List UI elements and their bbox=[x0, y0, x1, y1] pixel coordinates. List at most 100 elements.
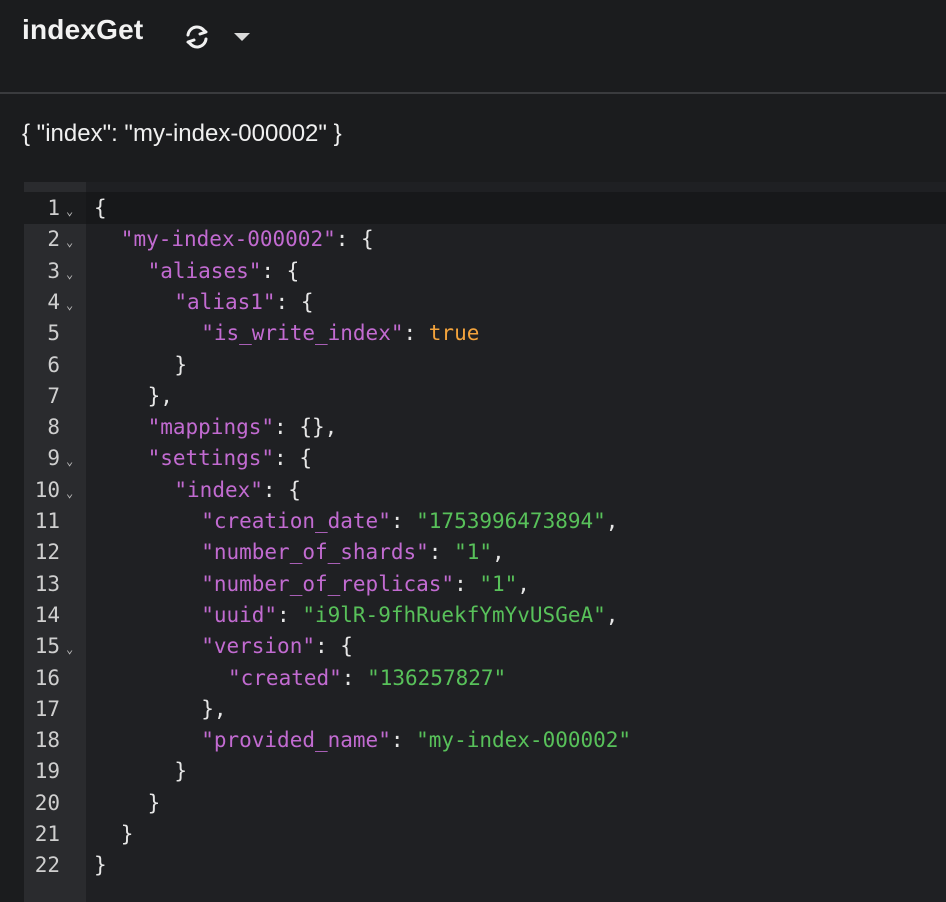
json-string: "my-index-000002" bbox=[416, 728, 632, 753]
line-number: 15 bbox=[34, 634, 60, 659]
page-title: indexGet bbox=[22, 14, 144, 45]
code-line: 9 ⌄ "settings": { bbox=[24, 443, 946, 474]
line-number: 6 bbox=[47, 352, 60, 377]
json-punctuation: : bbox=[390, 728, 417, 753]
line-number: 11 bbox=[34, 509, 60, 533]
fold-chevron-icon[interactable]: ⌄ bbox=[66, 259, 73, 290]
code-text: "alias1": { bbox=[174, 287, 313, 318]
code-line: 21} bbox=[24, 819, 946, 850]
json-punctuation: } bbox=[120, 822, 134, 846]
request-params: { "index": "my-index-000002" } bbox=[22, 120, 342, 147]
fold-chevron-icon[interactable]: ⌄ bbox=[66, 478, 73, 509]
json-punctuation: : bbox=[390, 509, 417, 533]
code-text: } bbox=[148, 788, 161, 819]
code-line: 3 ⌄ "aliases": { bbox=[24, 256, 946, 287]
json-punctuation: }, bbox=[147, 383, 173, 408]
code-line: 1 ⌄ { bbox=[24, 193, 946, 224]
json-punctuation: , bbox=[605, 602, 619, 627]
json-key: "is_write_index" bbox=[201, 321, 404, 346]
code-text: "number_of_shards": "1", bbox=[201, 537, 504, 568]
code-text: "version": { bbox=[201, 631, 353, 662]
code-text: "provided_name": "my-index-000002" bbox=[201, 725, 631, 756]
code-line: 22} bbox=[24, 850, 946, 881]
line-number: 14 bbox=[34, 602, 60, 627]
code-text: "created": "136257827" bbox=[228, 663, 506, 694]
json-punctuation: : { bbox=[274, 446, 312, 471]
code-text: } bbox=[94, 850, 107, 881]
line-number: 16 bbox=[34, 665, 60, 690]
fold-chevron-icon[interactable]: ⌄ bbox=[66, 196, 73, 227]
line-number: 7 bbox=[47, 383, 60, 408]
fold-chevron-icon[interactable]: ⌄ bbox=[66, 634, 73, 665]
code-line: 19} bbox=[24, 756, 946, 787]
json-string: "136257827" bbox=[367, 665, 507, 690]
fold-chevron-icon[interactable]: ⌄ bbox=[66, 446, 73, 477]
code-text: } bbox=[121, 819, 134, 850]
json-key: "number_of_shards" bbox=[201, 540, 429, 565]
line-number: 12 bbox=[34, 540, 60, 565]
json-punctuation: , bbox=[605, 509, 619, 533]
json-punctuation: } bbox=[147, 790, 161, 815]
json-key: "created" bbox=[228, 665, 342, 690]
line-number: 21 bbox=[34, 822, 60, 846]
json-string: "1" bbox=[454, 540, 492, 565]
json-punctuation: , bbox=[492, 540, 505, 565]
line-number: 18 bbox=[34, 728, 60, 753]
code-text: "creation_date": "1753996473894", bbox=[201, 506, 618, 537]
code-line: 17}, bbox=[24, 694, 946, 725]
code-text: }, bbox=[148, 381, 173, 412]
code-text: } bbox=[174, 756, 187, 787]
code-line: 6} bbox=[24, 350, 946, 381]
json-key: "index" bbox=[174, 477, 263, 502]
code-line: 5 "is_write_index": true bbox=[24, 318, 946, 349]
line-number: 2 bbox=[47, 227, 60, 252]
json-key: "creation_date" bbox=[201, 509, 391, 533]
json-punctuation: : {}, bbox=[274, 415, 338, 440]
line-number: 5 bbox=[47, 321, 60, 346]
json-key: "uuid" bbox=[201, 602, 278, 627]
code-line: 20} bbox=[24, 788, 946, 819]
code-line: 11 "creation_date": "1753996473894", bbox=[24, 506, 946, 537]
code-text: { bbox=[94, 193, 107, 224]
code-line: 10 ⌄ "index": { bbox=[24, 475, 946, 506]
json-punctuation: : { bbox=[262, 477, 301, 502]
code-text: "aliases": { bbox=[148, 256, 300, 287]
code-text: "index": { bbox=[174, 475, 300, 506]
json-punctuation: } bbox=[174, 759, 188, 784]
caret-down-icon[interactable] bbox=[234, 33, 250, 41]
json-key: "alias1" bbox=[174, 289, 276, 314]
line-number: 17 bbox=[34, 696, 60, 721]
json-key: "my-index-000002" bbox=[120, 227, 336, 252]
code-line: 7}, bbox=[24, 381, 946, 412]
fold-chevron-icon[interactable]: ⌄ bbox=[66, 227, 73, 258]
code-line: 8 "mappings": {}, bbox=[24, 412, 946, 443]
json-string: "1" bbox=[479, 571, 518, 596]
code-text: "is_write_index": true bbox=[201, 318, 479, 349]
code-text: "uuid": "i9lR-9fhRuekfYmYvUSGeA", bbox=[201, 600, 618, 631]
code-text: }, bbox=[201, 694, 226, 725]
json-key: "version" bbox=[201, 634, 315, 659]
code-text: "number_of_replicas": "1", bbox=[201, 569, 530, 600]
fold-chevron-icon[interactable]: ⌄ bbox=[66, 290, 73, 321]
json-key: "provided_name" bbox=[201, 728, 391, 753]
json-editor[interactable]: 1 ⌄{2 ⌄ "my-index-000002": {3 ⌄ "aliases": {4… bbox=[24, 182, 946, 902]
code-line: 16 "created": "136257827" bbox=[24, 663, 946, 694]
code-line: 15 ⌄ "version": { bbox=[24, 631, 946, 662]
code-text: "my-index-000002": { bbox=[121, 224, 374, 255]
page-header: indexGet bbox=[0, 0, 946, 94]
line-number: 20 bbox=[34, 790, 60, 815]
line-number: 1 bbox=[47, 196, 60, 220]
refresh-icon[interactable] bbox=[180, 20, 214, 54]
json-punctuation: , bbox=[517, 571, 530, 596]
json-punctuation: : bbox=[454, 571, 480, 596]
code-line: 14 "uuid": "i9lR-9fhRuekfYmYvUSGeA", bbox=[24, 600, 946, 631]
code-line: 2 ⌄ "my-index-000002": { bbox=[24, 224, 946, 255]
json-string: "i9lR-9fhRuekfYmYvUSGeA" bbox=[302, 602, 606, 627]
line-number: 10 bbox=[34, 477, 60, 502]
json-punctuation: } bbox=[94, 853, 107, 878]
line-number: 19 bbox=[34, 759, 60, 784]
json-punctuation: : { bbox=[335, 227, 374, 252]
json-punctuation: : { bbox=[261, 258, 300, 283]
code-text: "mappings": {}, bbox=[148, 412, 338, 443]
json-punctuation: : bbox=[428, 540, 455, 565]
